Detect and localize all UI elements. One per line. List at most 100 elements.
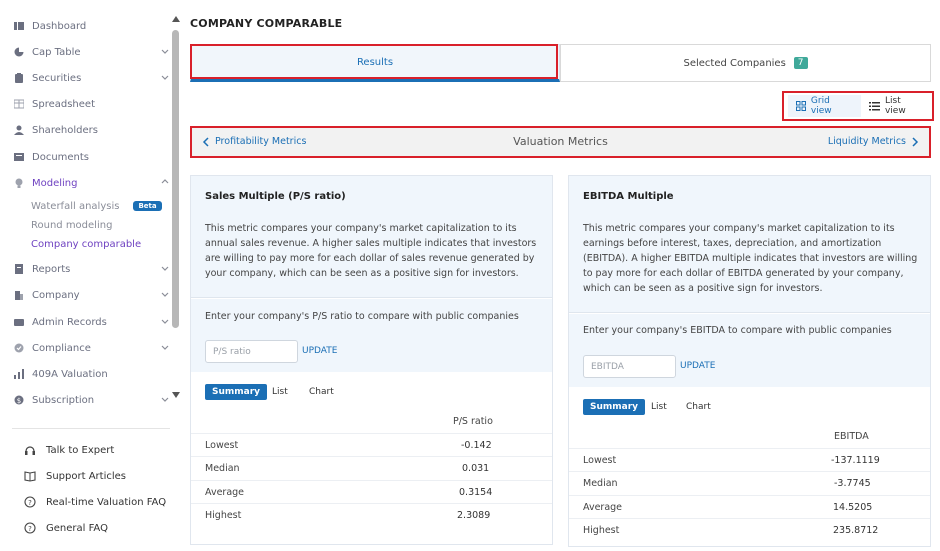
admin-icon bbox=[14, 317, 24, 327]
subtab-chart[interactable]: Chart bbox=[679, 399, 718, 415]
chevron-down-icon bbox=[161, 266, 169, 271]
sidebar-item-label: Spreadsheet bbox=[32, 98, 95, 110]
documents-icon bbox=[14, 152, 24, 162]
sidebar-item-label: Admin Records bbox=[32, 316, 107, 328]
valuation-icon bbox=[14, 369, 24, 379]
card-description: This metric compares your company's mark… bbox=[205, 223, 537, 279]
card-description: This metric compares your company's mark… bbox=[583, 223, 918, 294]
stat-value: 0.031 bbox=[462, 463, 490, 474]
sidebar-item-dashboard[interactable]: Dashboard bbox=[14, 18, 86, 34]
stat-label: Lowest bbox=[205, 440, 239, 451]
spreadsheet-icon bbox=[14, 99, 24, 109]
stat-value: 0.3154 bbox=[459, 487, 493, 498]
subtab-list[interactable]: List bbox=[265, 384, 295, 400]
highlight-box-results bbox=[190, 44, 558, 79]
chevron-down-icon bbox=[161, 345, 169, 350]
ps-ratio-input[interactable]: P/S ratio bbox=[205, 340, 298, 363]
next-metric-label: Liquidity Metrics bbox=[827, 136, 906, 147]
stat-label: Highest bbox=[583, 525, 620, 536]
stat-label: Median bbox=[583, 478, 618, 489]
sidebar-item-label: Company bbox=[32, 289, 80, 301]
help-circle-icon: ? bbox=[24, 496, 36, 508]
grid-view-button[interactable]: Grid view bbox=[788, 95, 862, 117]
metric-card-sales-multiple: Sales Multiple (P/S ratio) This metric c… bbox=[190, 175, 553, 545]
grid-icon bbox=[796, 101, 806, 111]
subtab-summary[interactable]: Summary bbox=[583, 399, 646, 415]
tab-selected-companies[interactable]: Selected Companies 7 bbox=[560, 44, 931, 82]
sidebar-item-shareholders[interactable]: Shareholders bbox=[14, 122, 98, 138]
list-view-button[interactable]: List view bbox=[861, 95, 932, 117]
sidebar-item-spreadsheet[interactable]: Spreadsheet bbox=[14, 96, 95, 112]
sidebar-divider bbox=[12, 428, 170, 429]
footer-item-general-faq[interactable]: ? General FAQ bbox=[24, 522, 108, 534]
update-button[interactable]: UPDATE bbox=[302, 346, 337, 356]
footer-item-support-articles[interactable]: Support Articles bbox=[24, 470, 126, 482]
subtab-chart[interactable]: Chart bbox=[302, 384, 341, 400]
sidebar-item-company[interactable]: Company bbox=[14, 287, 169, 303]
scroll-down-arrow-icon[interactable] bbox=[172, 392, 180, 398]
sidebar-item-label: Cap Table bbox=[32, 46, 81, 58]
sidebar-item-compliance[interactable]: Compliance bbox=[14, 340, 169, 356]
card-title: EBITDA Multiple bbox=[583, 191, 674, 202]
clipboard-icon bbox=[14, 73, 24, 83]
chevron-down-icon bbox=[161, 292, 169, 297]
table-row: Median 0.031 bbox=[191, 456, 552, 479]
building-icon bbox=[14, 290, 24, 300]
sidebar-subitem-company-comparable[interactable]: Company comparable bbox=[31, 237, 141, 251]
grid-view-label: Grid view bbox=[810, 96, 832, 116]
sidebar-item-cap-table[interactable]: Cap Table bbox=[14, 44, 169, 60]
card-prompt: Enter your company's P/S ratio to compar… bbox=[205, 311, 519, 322]
stat-value: 2.3089 bbox=[457, 510, 491, 521]
sidebar-item-label: Subscription bbox=[32, 394, 95, 406]
table-row: Highest 235.8712 bbox=[569, 518, 930, 541]
sidebar: Dashboard Cap Table Securities Spreadshe… bbox=[0, 0, 183, 551]
footer-item-realtime-faq[interactable]: ? Real-time Valuation FAQ bbox=[24, 496, 166, 508]
sidebar-item-securities[interactable]: Securities bbox=[14, 70, 169, 86]
update-button[interactable]: UPDATE bbox=[680, 361, 715, 371]
footer-item-talk-to-expert[interactable]: Talk to Expert bbox=[24, 444, 114, 456]
sidebar-item-modeling[interactable]: Modeling bbox=[14, 175, 169, 191]
sidebar-item-label: Shareholders bbox=[32, 124, 98, 136]
chevron-down-icon bbox=[161, 397, 169, 402]
count-badge: 7 bbox=[793, 57, 808, 69]
sidebar-item-reports[interactable]: Reports bbox=[14, 261, 169, 277]
card-header: Sales Multiple (P/S ratio) This metric c… bbox=[191, 176, 552, 298]
sidebar-item-subscription[interactable]: $ Subscription bbox=[14, 392, 169, 408]
sidebar-item-label: Reports bbox=[32, 263, 71, 275]
subtab-summary[interactable]: Summary bbox=[205, 384, 268, 400]
person-icon bbox=[14, 125, 24, 135]
sidebar-subitem-round-modeling[interactable]: Round modeling bbox=[31, 218, 112, 232]
sidebar-subitem-label: Round modeling bbox=[31, 219, 113, 231]
chevron-right-icon bbox=[912, 136, 919, 147]
footer-item-label: Real-time Valuation FAQ bbox=[46, 496, 167, 508]
table-row: Average 0.3154 bbox=[191, 480, 552, 503]
table-row: Lowest -137.1119 bbox=[569, 448, 930, 471]
view-toggle: Grid view List view bbox=[782, 91, 934, 121]
chevron-down-icon bbox=[161, 319, 169, 324]
stat-label: Highest bbox=[205, 510, 242, 521]
beta-badge: Beta bbox=[133, 201, 162, 211]
ebitda-input[interactable]: EBITDA bbox=[583, 355, 676, 378]
stat-label: Lowest bbox=[583, 455, 617, 466]
subtab-list[interactable]: List bbox=[644, 399, 674, 415]
metrics-navigation: Profitability Metrics Valuation Metrics … bbox=[190, 126, 931, 158]
sidebar-subitem-label: Waterfall analysis bbox=[31, 200, 120, 212]
next-metric-link[interactable]: Liquidity Metrics bbox=[828, 136, 919, 147]
scrollbar-thumb[interactable] bbox=[172, 30, 179, 328]
scroll-up-arrow-icon[interactable] bbox=[172, 16, 180, 22]
card-prompt: Enter your company's EBITDA to compare w… bbox=[583, 325, 892, 336]
sidebar-scrollbar[interactable] bbox=[170, 16, 182, 400]
stat-label: Median bbox=[205, 463, 240, 474]
sidebar-item-documents[interactable]: Documents bbox=[14, 149, 89, 165]
sidebar-item-admin-records[interactable]: Admin Records bbox=[14, 314, 169, 330]
svg-text:$: $ bbox=[17, 397, 21, 405]
sidebar-item-label: 409A Valuation bbox=[32, 368, 108, 380]
card-input-section: Enter your company's EBITDA to compare w… bbox=[569, 314, 930, 387]
sidebar-item-label: Documents bbox=[32, 151, 90, 163]
sidebar-subitem-waterfall[interactable]: Waterfall analysis Beta bbox=[31, 199, 162, 213]
sidebar-item-label: Modeling bbox=[32, 177, 78, 189]
sidebar-item-409a-valuation[interactable]: 409A Valuation bbox=[14, 366, 108, 382]
stat-value: 235.8712 bbox=[833, 525, 879, 536]
dashboard-icon bbox=[14, 21, 24, 31]
chevron-down-icon bbox=[161, 49, 169, 54]
